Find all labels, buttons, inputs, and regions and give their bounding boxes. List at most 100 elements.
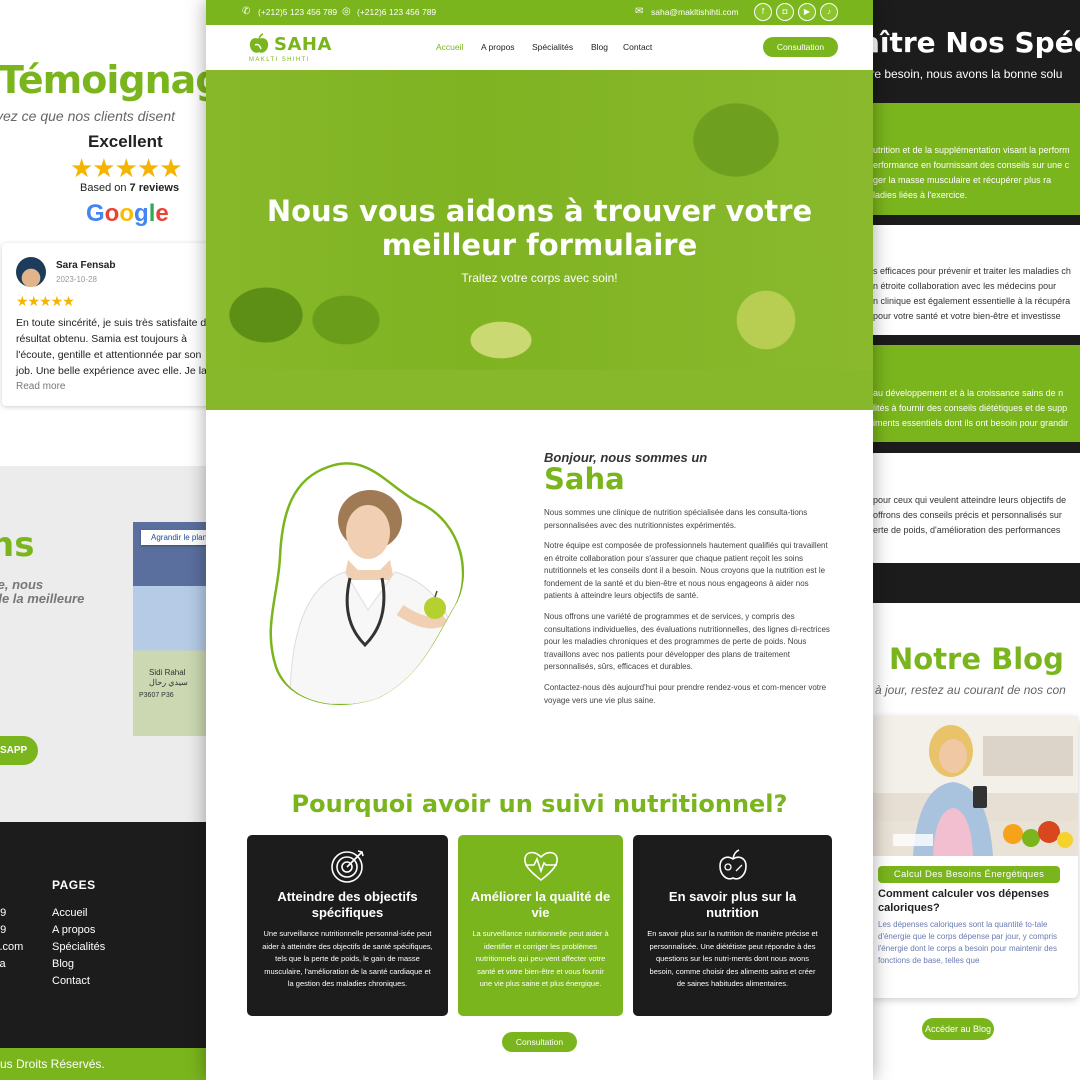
target-icon xyxy=(330,850,364,883)
specialty-block: s efficaces pour prévenir et traiter les… xyxy=(873,225,1080,335)
read-more-link[interactable]: Read more xyxy=(16,381,65,392)
consultation-button[interactable]: Consultation xyxy=(763,37,838,57)
email-link[interactable]: saha@makltishihti.com xyxy=(651,7,739,17)
map-road-codes: P3607 P36 xyxy=(139,692,174,699)
google-letter: o xyxy=(104,200,120,227)
reviewer-name: Sara Fensab xyxy=(56,260,116,271)
testimonials-title: Témoignag xyxy=(0,58,206,102)
nav-a-propos[interactable]: A propos xyxy=(481,42,515,52)
logo-name[interactable]: SAHA xyxy=(274,34,332,55)
why-consultation-button[interactable]: Consultation xyxy=(502,1032,577,1052)
specialty-divider xyxy=(873,215,1080,225)
review-card: Sara Fensab 2023-10-28 ★★★★★ En toute si… xyxy=(2,243,206,406)
whatsapp-icon: ◎ xyxy=(342,6,351,17)
specialty-text: pour ceux qui veulent atteindre leurs ob… xyxy=(873,495,1067,535)
blog-button[interactable]: Accéder au Blog xyxy=(922,1018,994,1040)
specialty-text: au développement et à la croissance sain… xyxy=(873,388,1069,428)
specialty-text: utrition et de la supplémentation visant… xyxy=(873,145,1070,200)
footer-pages-title: PAGES xyxy=(52,878,96,892)
avatar xyxy=(16,257,46,287)
youtube-icon[interactable]: ▶ xyxy=(798,3,816,21)
hero-bottom-band xyxy=(206,370,873,410)
specialty-divider xyxy=(873,442,1080,453)
testimonials-subtitle: yez ce que nos clients disent xyxy=(0,108,175,124)
specialty-block: utrition et de la supplémentation visant… xyxy=(873,103,1080,215)
feature-text: La surveillance nutritionnelle peut aide… xyxy=(472,929,609,988)
google-letter: G xyxy=(86,200,105,227)
blog-card-image xyxy=(873,716,1078,856)
rating-label: Excellent xyxy=(88,132,163,151)
intro-paragraph-3: Nous offrons une variété de programmes e… xyxy=(544,612,830,671)
specialty-divider xyxy=(873,563,1080,603)
feature-text: Une surveillance nutritionnelle personna… xyxy=(262,929,433,988)
feature-title: Améliorer la qualité de vie xyxy=(470,889,611,920)
footer-link-a-propos[interactable]: A propos xyxy=(52,924,95,936)
specialty-divider xyxy=(873,335,1080,345)
footer-contact-fragment: ca xyxy=(0,958,6,970)
feature-text: En savoir plus sur la nutrition de maniè… xyxy=(647,929,818,988)
review-text: En toute sincérité, je suis très satisfa… xyxy=(16,317,206,377)
contact-title: ns xyxy=(0,525,35,565)
phone-number-1[interactable]: (+212)5 123 456 789 xyxy=(258,7,337,17)
nutrition-icon xyxy=(718,849,747,880)
logo-tagline: MAKLTI SHIHTI xyxy=(249,57,310,63)
feature-title: En savoir plus sur la nutrition xyxy=(668,889,797,920)
blog-card-title[interactable]: Comment calculer vos dépenses caloriques… xyxy=(878,887,1068,915)
mail-icon: ✉ xyxy=(635,6,644,17)
footer-contact-fragment: ti.com xyxy=(0,941,24,953)
mockup-stage: Témoignag yez ce que nos clients disent … xyxy=(0,0,1080,1080)
map-place-label-arabic: سيدي رحال xyxy=(149,678,188,687)
right-page-preview: aître Nos Spécia tre besoin, nous avons … xyxy=(873,0,1080,1080)
copyright-text: us Droits Réservés. xyxy=(0,1057,105,1071)
review-stars: ★★★★★ xyxy=(16,293,75,309)
google-letter: e xyxy=(155,200,169,227)
footer-contact-fragment: 89 xyxy=(0,907,7,919)
specialty-block: au développement et à la croissance sain… xyxy=(873,345,1080,442)
tiktok-icon[interactable]: ♪ xyxy=(820,3,838,21)
google-letter: o xyxy=(119,200,135,227)
facebook-icon[interactable]: f xyxy=(754,3,772,21)
phone-icon: ✆ xyxy=(242,6,251,17)
blog-card-excerpt: Les dépenses caloriques sont la quantité… xyxy=(878,920,1057,965)
specialties-subtitle: tre besoin, nous avons la bonne solu xyxy=(873,67,1063,81)
specialty-text: s efficaces pour prévenir et traiter les… xyxy=(873,266,1071,321)
google-letter: g xyxy=(134,200,149,227)
map-place-label: Sidi Rahal xyxy=(149,668,186,677)
feature-title: Atteindre des objectifs spécifiques xyxy=(277,889,418,920)
nav-accueil[interactable]: Accueil xyxy=(436,42,463,52)
copyright-bar: us Droits Réservés. xyxy=(0,1048,206,1080)
phone-number-2[interactable]: (+212)6 123 456 789 xyxy=(357,7,436,17)
reviews-count: 7 reviews xyxy=(129,182,180,194)
intro-paragraph-1: Nous sommes une clinique de nutrition sp… xyxy=(544,508,808,530)
footer-link-blog[interactable]: Blog xyxy=(52,958,74,970)
top-info-bar: ✆ (+212)5 123 456 789 ◎ (+212)6 123 456 … xyxy=(206,0,873,25)
hero-subtitle: Traitez votre corps avec soin! xyxy=(461,271,618,285)
intro-paragraph-4: Contactez-nous dès aujourd'hui pour pren… xyxy=(544,683,827,705)
instagram-icon[interactable]: ◘ xyxy=(776,3,794,21)
hero-title: Nous vous aidons à trouver votre meilleu… xyxy=(266,194,813,262)
whatsapp-button[interactable]: SAPP xyxy=(0,736,38,765)
woman-with-phone-illustration xyxy=(873,725,1078,856)
footer-link-specialites[interactable]: Spécialités xyxy=(52,941,105,953)
nav-contact[interactable]: Contact xyxy=(623,42,652,52)
nav-blog[interactable]: Blog xyxy=(591,42,608,52)
blog-card[interactable]: Calcul Des Besoins Énergétiques Comment … xyxy=(873,716,1078,998)
footer-contact-fragment: 89 xyxy=(0,924,7,936)
footer: PAGES Accueil A propos Spécialités Blog … xyxy=(0,822,206,1048)
google-logo: Google xyxy=(86,200,169,228)
intro-name: Saha xyxy=(544,462,625,496)
feature-card-learn: En savoir plus sur la nutrition En savoi… xyxy=(633,835,832,1016)
map-embed[interactable]: Agrandir le plan Sidi Rahal سيدي رحال P3… xyxy=(133,522,206,736)
footer-link-contact[interactable]: Contact xyxy=(52,975,90,987)
nav-specialites[interactable]: Spécialités xyxy=(532,42,573,52)
blog-title: Notre Blog xyxy=(889,642,1064,676)
specialty-block: pour ceux qui veulent atteindre leurs ob… xyxy=(873,453,1080,563)
apple-logo-icon xyxy=(249,33,269,53)
left-page-preview: Témoignag yez ce que nos clients disent … xyxy=(0,0,206,1080)
enlarge-map-button[interactable]: Agrandir le plan xyxy=(141,530,206,545)
blog-card-tag[interactable]: Calcul Des Besoins Énergétiques xyxy=(878,866,1060,883)
main-page-preview: ✆ (+212)5 123 456 789 ◎ (+212)6 123 456 … xyxy=(206,0,873,1080)
navbar: SAHA MAKLTI SHIHTI Accueil A propos Spéc… xyxy=(206,25,873,70)
footer-link-accueil[interactable]: Accueil xyxy=(52,907,87,919)
intro-paragraph-2: Notre équipe est composée de professionn… xyxy=(544,541,828,600)
